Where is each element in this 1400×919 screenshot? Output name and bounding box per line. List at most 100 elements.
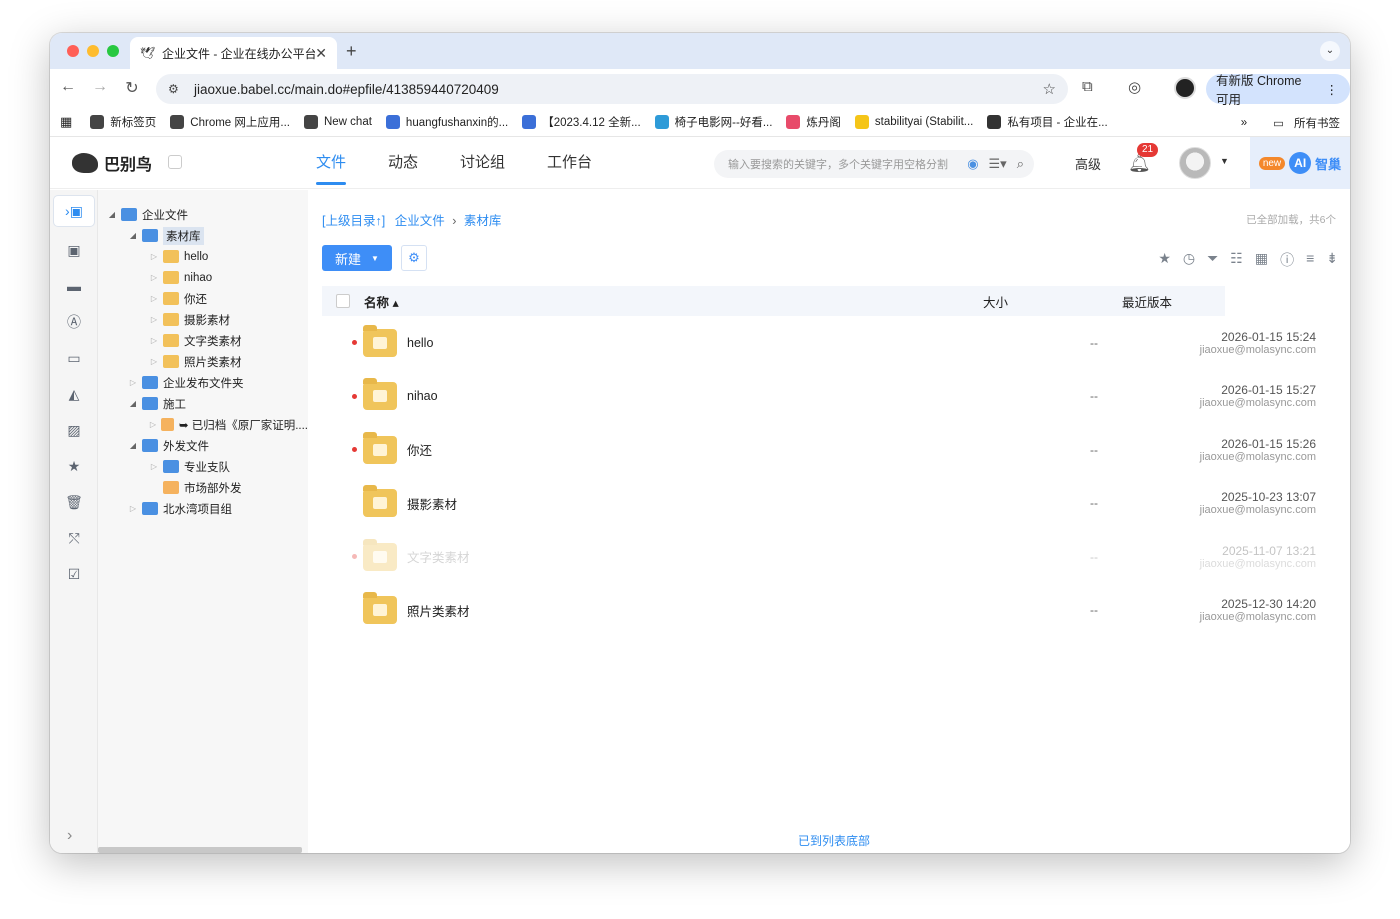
expand-arrow-icon[interactable]: ▷ <box>148 336 160 345</box>
collapse-arrow-icon[interactable]: ◢ <box>127 441 139 450</box>
settings-gear-button[interactable]: ⚙ <box>401 245 427 271</box>
bookmark-item[interactable]: 新标签页 <box>90 114 156 130</box>
enterprise-files-nav-icon[interactable]: ›▣ <box>54 196 94 226</box>
table-row[interactable]: nihao -- 2026-01-15 15:27 jiaoxue@molasync.… <box>322 370 1316 423</box>
expand-arrow-icon[interactable]: ▷ <box>148 357 160 366</box>
nav-tab[interactable]: 文件 <box>316 137 347 189</box>
collapse-arrow-icon[interactable]: ◢ <box>127 399 139 408</box>
user-avatar[interactable] <box>1179 147 1211 179</box>
info-icon[interactable]: ⓘ <box>1280 250 1294 270</box>
tree-node[interactable]: ▷ hello <box>98 246 308 267</box>
shared-icon[interactable]: Ⓐ <box>50 304 98 340</box>
file-name[interactable]: hello <box>407 336 433 350</box>
collapse-arrow-icon[interactable]: ◢ <box>127 231 139 240</box>
tree-node[interactable]: ◢ 施工 <box>98 393 308 414</box>
site-settings-icon[interactable]: ⚙ <box>168 82 186 96</box>
tree-node[interactable]: ▷ 照片类素材 <box>98 351 308 372</box>
tree-node[interactable]: ▷ 北水湾项目组 <box>98 498 308 519</box>
table-row[interactable]: 摄影素材 -- 2025-10-23 13:07 jiaoxue@molasync.c… <box>322 477 1316 530</box>
file-name[interactable]: 照片类素材 <box>407 601 470 620</box>
new-button[interactable]: 新建 ▼ <box>322 245 392 271</box>
select-all-checkbox[interactable] <box>336 294 350 308</box>
close-window-button[interactable] <box>67 45 79 57</box>
filter-icon[interactable]: ⏷ <box>1207 250 1218 270</box>
tree-node[interactable]: ▷ ➥ 已归档《原厂家证明.... <box>98 414 308 435</box>
global-search[interactable]: 输入要搜索的关键字，多个关键字用空格分割 ◉ ☰▾ ⌕ <box>714 150 1034 178</box>
nav-tab[interactable]: 动态 <box>388 137 418 189</box>
expand-arrow-icon[interactable]: ▷ <box>127 504 139 513</box>
star-filter-icon[interactable]: ★ <box>1158 250 1171 270</box>
star-icon[interactable]: ★ <box>50 448 98 484</box>
tree-node[interactable]: 市场部外发 <box>98 477 308 498</box>
trash-icon[interactable]: 🗑︎ <box>50 484 98 520</box>
detail-list-icon[interactable]: ≡ <box>1306 250 1314 270</box>
bookmark-item[interactable]: 【2023.4.12 全新... <box>522 114 641 130</box>
grid-view-icon[interactable]: ▦ <box>1255 250 1268 270</box>
tree-node[interactable]: ▷ 摄影素材 <box>98 309 308 330</box>
image-icon[interactable]: ▨ <box>50 412 98 448</box>
apps-grid-icon[interactable]: ▦ <box>60 114 72 130</box>
tree-node[interactable]: ◢ 外发文件 <box>98 435 308 456</box>
expand-arrow-icon[interactable]: ▷ <box>148 252 160 261</box>
bookmark-item[interactable]: 私有项目 - 企业在... <box>987 114 1108 130</box>
tree-scrollbar[interactable] <box>98 847 302 853</box>
tab-search-icon[interactable]: ⌄ <box>1320 41 1340 61</box>
clock-icon[interactable]: ◷ <box>1183 250 1195 270</box>
search-input[interactable]: 输入要搜索的关键字，多个关键字用空格分割 <box>728 156 957 172</box>
bookmark-star-icon[interactable]: ☆ <box>1043 80 1056 98</box>
close-tab-icon[interactable]: ✕ <box>315 45 327 62</box>
chrome-update-button[interactable]: 有新版 Chrome 可用 ⋮ <box>1206 74 1350 107</box>
reload-icon[interactable]: ↻ <box>122 78 142 98</box>
profile-avatar[interactable] <box>1174 77 1196 99</box>
file-name[interactable]: 你还 <box>407 440 432 459</box>
forward-icon[interactable]: → <box>90 78 110 96</box>
expand-arrow-icon[interactable]: ▷ <box>148 315 160 324</box>
image-search-icon[interactable]: ◉ <box>967 156 978 172</box>
tree-node[interactable]: ▷ 专业支队 <box>98 456 308 477</box>
all-bookmarks-link[interactable]: 所有书签 <box>1294 115 1340 131</box>
more-bookmarks-icon[interactable]: » <box>1241 117 1247 129</box>
nav-tab[interactable]: 讨论组 <box>460 137 505 189</box>
tree-node[interactable]: ▷ 你还 <box>98 288 308 309</box>
sort-icon[interactable]: ⇟ <box>1326 250 1338 270</box>
file-name[interactable]: nihao <box>407 389 438 403</box>
personal-files-icon[interactable]: ▣ <box>50 232 98 268</box>
column-version[interactable]: 最近版本 <box>1122 292 1172 311</box>
nav-tab[interactable]: 工作台 <box>547 137 592 189</box>
list-view-icon[interactable]: ☷ <box>1230 250 1243 270</box>
extensions-icon[interactable]: ⧉ <box>1082 78 1093 95</box>
bookmark-item[interactable]: 椅子电影网--好看... <box>654 114 772 130</box>
bookmark-item[interactable]: New chat <box>303 114 372 130</box>
app-logo[interactable]: 巴别鸟 <box>72 151 152 175</box>
collapse-arrow-icon[interactable]: ◢ <box>106 210 118 219</box>
clipboard-check-icon[interactable]: ☑ <box>50 556 98 592</box>
screenshot-icon[interactable]: ◎ <box>1128 78 1141 96</box>
breadcrumb-up-link[interactable]: [上级目录↑] <box>322 214 385 228</box>
table-row[interactable]: hello -- 2026-01-15 15:24 jiaoxue@molasync.… <box>322 316 1316 369</box>
url-bar[interactable]: ⚙ jiaoxue.babel.cc/main.do#epfile/413859… <box>156 74 1068 104</box>
expand-arrow-icon[interactable]: ▷ <box>127 378 139 387</box>
expand-arrow-icon[interactable]: ▷ <box>148 294 160 303</box>
tree-node[interactable]: ◢ 素材库 <box>98 225 308 246</box>
table-row[interactable]: 照片类素材 -- 2025-12-30 14:20 jiaoxue@molasync.… <box>322 584 1316 637</box>
minimize-window-button[interactable] <box>87 45 99 57</box>
share-icon[interactable]: ⤲ <box>50 520 98 556</box>
contacts-icon[interactable]: ◭ <box>50 376 98 412</box>
tree-node[interactable]: ◢ 企业文件 <box>98 204 308 225</box>
column-size[interactable]: 大小 <box>983 292 1008 311</box>
bookmark-item[interactable]: huangfushanxin的... <box>385 114 508 130</box>
qr-icon[interactable] <box>168 155 182 169</box>
expand-sidebar-icon[interactable]: › <box>67 827 72 845</box>
bookmark-item[interactable]: Chrome 网上应用... <box>170 114 290 130</box>
file-name[interactable]: 摄影素材 <box>407 494 457 513</box>
ai-entry[interactable]: new AI 智巢 <box>1250 137 1350 189</box>
search-icon[interactable]: ⌕ <box>1017 156 1024 172</box>
breadcrumb-root-link[interactable]: 企业文件 <box>395 214 445 228</box>
caret-down-icon[interactable]: ▼ <box>1220 156 1229 166</box>
filter-dropdown-icon[interactable]: ☰▾ <box>989 156 1007 172</box>
maximize-window-button[interactable] <box>107 45 119 57</box>
bookmark-item[interactable]: 炼丹阁 <box>786 114 841 130</box>
expand-arrow-icon[interactable]: ▷ <box>148 420 158 429</box>
column-name[interactable]: 名称 ▴ <box>364 292 399 311</box>
table-row[interactable]: 文字类素材 -- 2025-11-07 13:21 jiaoxue@molasync.… <box>322 530 1316 583</box>
